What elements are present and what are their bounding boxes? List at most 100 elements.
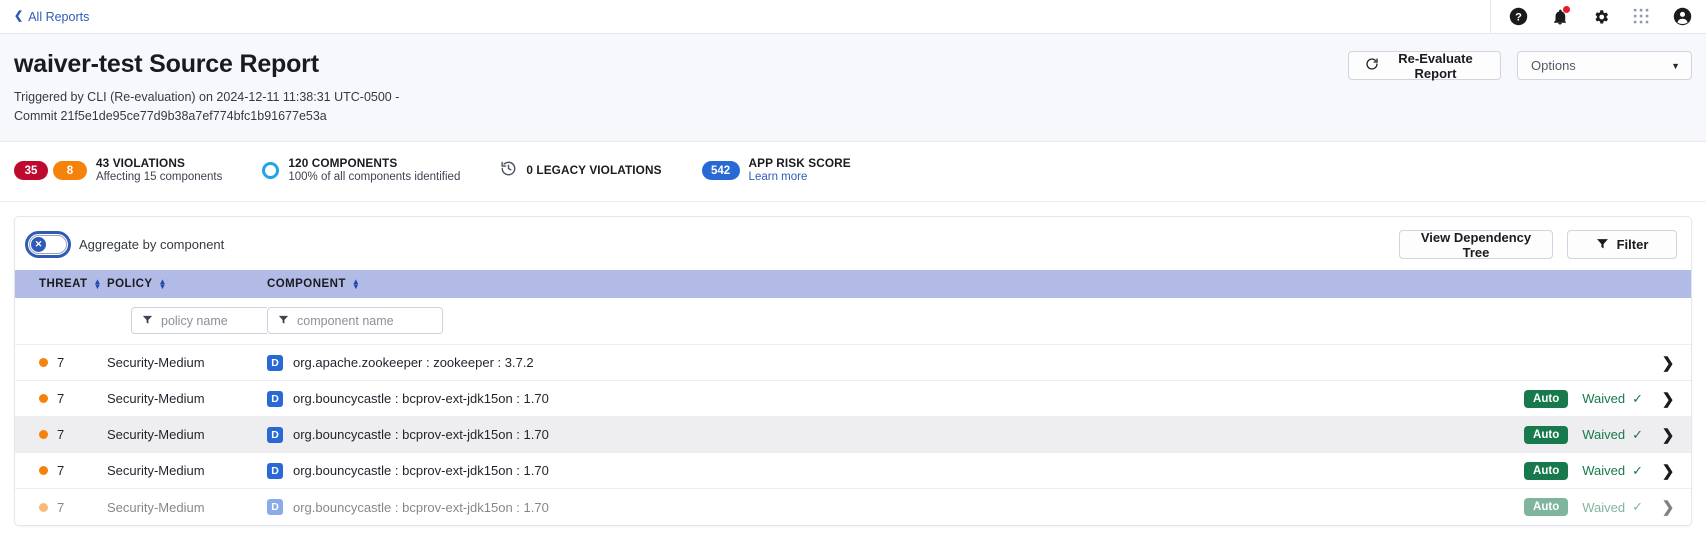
direct-dependency-badge-icon: D xyxy=(267,390,283,407)
filter-cell-component: component name xyxy=(267,298,1415,345)
cell-expand[interactable]: ❯ xyxy=(1645,417,1691,453)
options-dropdown[interactable]: Options ▼ xyxy=(1517,51,1692,80)
components-title: 120 COMPONENTS xyxy=(288,155,398,170)
stat-violations: 35 8 43 VIOLATIONS Affecting 15 componen… xyxy=(14,156,222,186)
notification-badge-dot xyxy=(1563,6,1570,13)
history-clock-icon xyxy=(500,160,517,182)
all-reports-back-link[interactable]: ❮ All Reports xyxy=(14,10,89,24)
check-icon: ✓ xyxy=(1632,390,1643,406)
cell-expand[interactable]: ❯ xyxy=(1645,489,1691,525)
severe-violations-pill: 8 xyxy=(53,161,87,181)
topbar-icon-group: ? xyxy=(1490,0,1706,33)
threat-level-value: 7 xyxy=(57,355,65,371)
cell-expand[interactable]: ❯ xyxy=(1645,345,1691,381)
auto-waiver-badge: Auto xyxy=(1524,389,1569,408)
legacy-violations-title: 0 LEGACY VIOLATIONS xyxy=(526,163,662,178)
threat-severity-dot-icon xyxy=(39,394,48,404)
cell-status: Auto Waived ✓ xyxy=(1415,489,1645,525)
threat-severity-dot-icon xyxy=(39,466,48,476)
help-icon[interactable]: ? xyxy=(1509,7,1528,26)
cell-status: Auto Waived ✓ xyxy=(1415,381,1645,417)
notifications-icon[interactable] xyxy=(1550,6,1570,26)
chevron-right-icon[interactable]: ❯ xyxy=(1645,462,1691,480)
settings-gear-icon[interactable] xyxy=(1591,7,1610,26)
table-toolbar-actions: View Dependency Tree Filter xyxy=(1399,230,1677,260)
table-row[interactable]: 7 Security-Medium Dorg.apache.zookeeper : … xyxy=(15,344,1691,381)
chevron-down-icon: ▼ xyxy=(1671,60,1680,71)
components-subtitle: 100% of all components identified xyxy=(288,171,461,184)
chevron-right-icon[interactable]: ❯ xyxy=(1645,390,1691,408)
violations-title: 43 VIOLATIONS xyxy=(96,155,185,170)
threat-level-value: 7 xyxy=(57,427,65,443)
filter-funnel-icon xyxy=(142,314,153,328)
report-header: waiver-test Source Report Triggered by C… xyxy=(0,34,1706,142)
waived-label: Waived xyxy=(1582,499,1626,515)
cell-expand[interactable]: ❯ xyxy=(1645,381,1691,417)
re-evaluate-label: Re-Evaluate Report xyxy=(1398,50,1473,81)
aggregate-by-component-toggle[interactable]: ✕ xyxy=(25,231,71,259)
cell-policy: Security-Medium xyxy=(107,391,205,407)
component-name-filter-input[interactable]: component name xyxy=(267,307,443,335)
direct-dependency-badge-icon: D xyxy=(267,354,283,371)
report-subtitle: Triggered by CLI (Re-evaluation) on 2024… xyxy=(14,90,400,124)
cell-expand[interactable]: ❯ xyxy=(1645,453,1691,489)
aggregate-toggle-label: Aggregate by component xyxy=(79,237,225,253)
components-ring-icon xyxy=(262,162,280,180)
cell-threat: 7 xyxy=(15,453,107,489)
toggle-knob-off-icon: ✕ xyxy=(31,237,46,253)
sort-toggle-icon: ▲ ▼ xyxy=(351,277,361,292)
cell-policy: Security-Medium xyxy=(107,463,205,479)
cell-status: Auto Waived ✓ xyxy=(1415,453,1645,489)
auto-waiver-badge: Auto xyxy=(1524,425,1569,444)
waived-status: Waived ✓ xyxy=(1582,499,1643,515)
table-row[interactable]: 7 Security-Medium Dorg.bouncycastle : bcpr… xyxy=(15,416,1691,453)
stat-legacy-violations: 0 LEGACY VIOLATIONS xyxy=(500,160,661,182)
app-risk-learn-more-link[interactable]: Learn more xyxy=(749,170,851,185)
filter-button[interactable]: Filter xyxy=(1567,230,1677,260)
column-header-threat[interactable]: THREAT ▲ ▼ xyxy=(15,270,107,299)
account-avatar-icon[interactable] xyxy=(1673,7,1692,26)
cell-policy: Security-Medium xyxy=(107,427,205,443)
table-head: THREAT ▲ ▼ POLICY ▲ ▼ COMPONENT ▲ ▼ xyxy=(15,270,1691,299)
header-actions: Re-Evaluate Report Options ▼ xyxy=(1348,50,1692,81)
component-name-value: org.apache.zookeeper : zookeeper : 3.7.2 xyxy=(293,355,534,371)
filter-funnel-icon xyxy=(278,314,289,328)
waived-label: Waived xyxy=(1582,391,1626,407)
re-evaluate-report-button[interactable]: Re-Evaluate Report xyxy=(1348,50,1501,81)
cell-threat: 7 xyxy=(15,417,107,453)
check-icon: ✓ xyxy=(1632,462,1643,478)
sort-toggle-icon: ▲ ▼ xyxy=(158,277,167,292)
refresh-icon xyxy=(1365,57,1379,74)
waived-status: Waived ✓ xyxy=(1582,463,1643,479)
filter-cell-policy: policy name xyxy=(107,298,307,345)
cell-threat: 7 xyxy=(15,489,107,525)
component-filter-placeholder: component name xyxy=(297,313,394,328)
chevron-right-icon[interactable]: ❯ xyxy=(1645,354,1691,372)
direct-dependency-badge-icon: D xyxy=(267,499,283,516)
filter-label: Filter xyxy=(1616,237,1649,253)
column-header-status xyxy=(1415,270,1645,299)
table-row[interactable]: 7 Security-Medium Dorg.bouncycastle : bcpr… xyxy=(15,380,1691,417)
threat-severity-dot-icon xyxy=(39,502,48,512)
view-dependency-tree-button[interactable]: View Dependency Tree xyxy=(1399,230,1553,260)
cell-policy: Security-Medium xyxy=(107,499,205,515)
waived-status: Waived ✓ xyxy=(1582,391,1643,407)
cell-component: Dorg.bouncycastle : bcprov-ext-jdk15on :… xyxy=(267,489,1415,525)
table-row[interactable]: 7 Security-Medium Dorg.bouncycastle : bcpr… xyxy=(15,452,1691,489)
column-header-policy-label: POLICY xyxy=(107,278,153,291)
threat-level-value: 7 xyxy=(57,463,65,479)
topbar-left-group: ❮ All Reports xyxy=(0,10,89,24)
chevron-right-icon[interactable]: ❯ xyxy=(1645,426,1691,444)
apps-grid-icon[interactable] xyxy=(1632,7,1651,26)
app-risk-score-title: APP RISK SCORE xyxy=(748,155,851,170)
column-header-component[interactable]: COMPONENT ▲ ▼ xyxy=(267,270,1415,299)
top-navigation-bar: ❮ All Reports ? xyxy=(0,0,1706,34)
table-filter-row: policy name component name xyxy=(15,298,1691,345)
app-risk-score-pill: 542 xyxy=(701,161,740,181)
aggregate-toggle-group: ✕ Aggregate by component xyxy=(25,231,225,259)
column-header-policy[interactable]: POLICY ▲ ▼ xyxy=(107,270,267,299)
table-row[interactable]: 7 Security-Medium Dorg.bouncycastle : bcpr… xyxy=(15,488,1691,525)
chevron-right-icon[interactable]: ❯ xyxy=(1645,498,1691,516)
auto-waiver-badge: Auto xyxy=(1524,461,1569,480)
threat-level-value: 7 xyxy=(57,391,65,407)
